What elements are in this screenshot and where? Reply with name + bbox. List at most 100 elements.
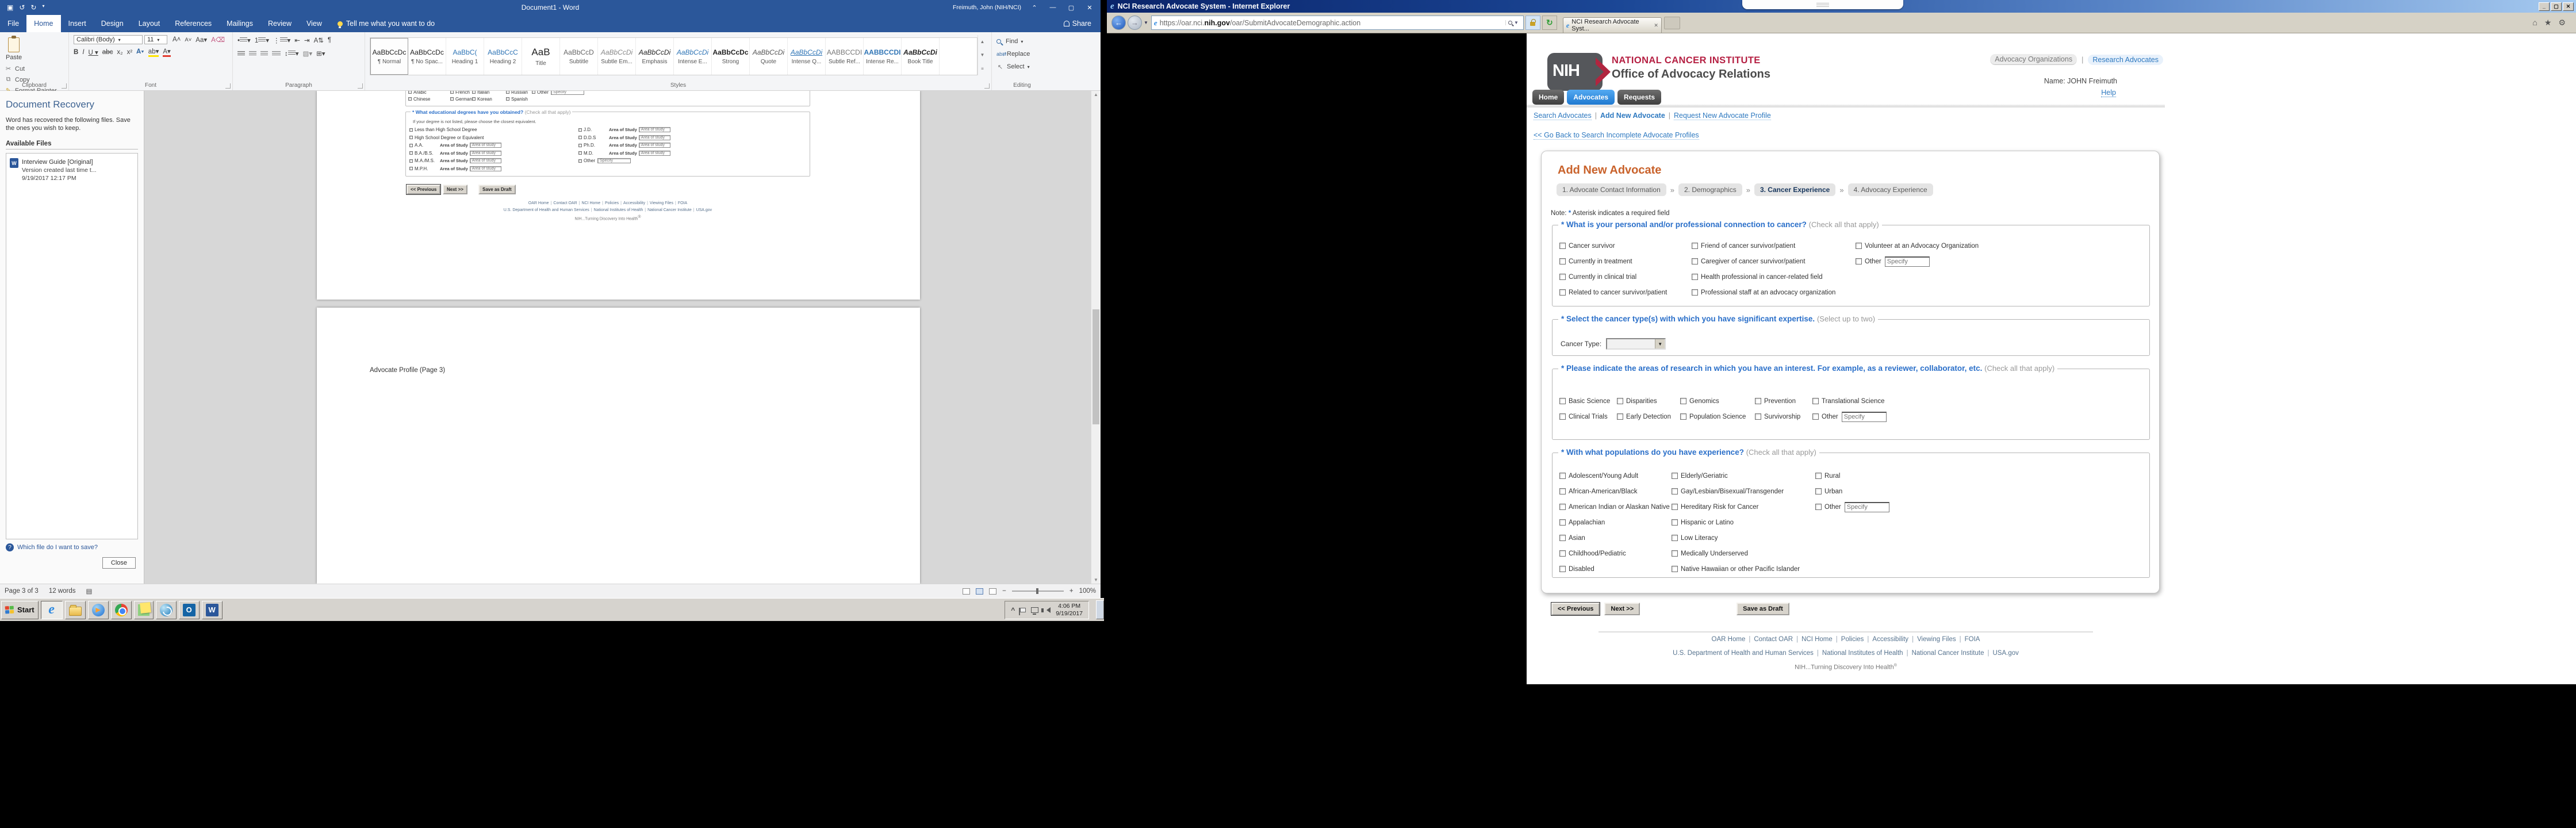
checkbox-option[interactable]: Korean xyxy=(472,95,506,102)
checkbox-option[interactable]: African-American/Black xyxy=(1559,484,1672,499)
checkbox[interactable] xyxy=(408,91,412,94)
checkbox-option[interactable]: Medically Underserved xyxy=(1672,546,1815,561)
link[interactable]: Contact OAR xyxy=(553,201,577,205)
research-advocates-link[interactable]: Research Advocates xyxy=(2088,55,2163,65)
close-tab-icon[interactable]: ✕ xyxy=(1654,22,1658,29)
specify-input[interactable] xyxy=(551,91,584,95)
link[interactable]: OAR Home xyxy=(1712,636,1746,643)
taskbar-chrome-button[interactable] xyxy=(111,601,132,619)
area-of-study-input[interactable] xyxy=(639,151,670,156)
checkbox[interactable] xyxy=(578,151,582,155)
area-of-study-input[interactable] xyxy=(639,127,670,132)
checkbox[interactable] xyxy=(1559,519,1566,526)
checkbox-option[interactable]: Disparities xyxy=(1617,393,1680,409)
checkbox[interactable] xyxy=(409,159,413,163)
paste-button[interactable]: Paste xyxy=(6,37,22,61)
checkbox-option[interactable]: Adolescent/Young Adult xyxy=(1559,468,1672,484)
font-name-combo[interactable]: Calibri (Body)▾ xyxy=(74,35,143,44)
link[interactable]: National Institutes of Health xyxy=(1822,650,1903,657)
area-of-study-input[interactable] xyxy=(470,143,501,148)
taskbar-word-button[interactable]: W xyxy=(202,601,223,619)
address-bar[interactable]: e https://oar.nci.nih.gov/oar/SubmitAdvo… xyxy=(1151,16,1524,30)
start-button[interactable]: Start xyxy=(1,601,39,619)
link[interactable]: Contact OAR xyxy=(1754,636,1793,643)
link[interactable]: Search Advocates xyxy=(1534,112,1592,120)
maximize-button[interactable]: ▢ xyxy=(1066,4,1076,12)
checkbox[interactable] xyxy=(1559,274,1566,280)
checkbox-option[interactable]: Translational Science xyxy=(1812,393,1887,409)
checkbox-option[interactable]: Native Hawaiian or other Pacific Islande… xyxy=(1672,561,1815,577)
read-mode-icon[interactable] xyxy=(963,588,970,595)
new-tab-button[interactable] xyxy=(1664,17,1680,29)
save-icon[interactable]: ▣ xyxy=(7,3,13,12)
checkbox[interactable] xyxy=(1815,488,1822,494)
link[interactable]: FOIA xyxy=(678,201,687,205)
checkbox-option[interactable]: Spanish xyxy=(506,95,532,102)
checkbox[interactable] xyxy=(409,136,413,139)
checkbox[interactable] xyxy=(1559,258,1566,264)
style-card[interactable]: AaBbCcDcStrong xyxy=(712,38,750,75)
vertical-scrollbar[interactable]: ▲ ▼ xyxy=(1091,91,1101,584)
checkbox[interactable] xyxy=(1680,398,1686,404)
justify-icon[interactable] xyxy=(272,51,281,56)
checkbox[interactable] xyxy=(1815,473,1822,479)
style-card[interactable]: AaBbCcDiBook Title xyxy=(902,38,940,75)
checkbox[interactable] xyxy=(1617,398,1623,404)
refresh-icon[interactable]: ↻ xyxy=(1542,16,1557,30)
tell-me-box[interactable]: Tell me what you want to do xyxy=(329,15,443,32)
checkbox[interactable] xyxy=(1692,274,1698,280)
checkbox-option[interactable]: Disabled xyxy=(1559,561,1672,577)
checkbox[interactable] xyxy=(578,136,582,139)
word-count[interactable]: 12 words xyxy=(49,588,76,595)
checkbox-option[interactable]: Hispanic or Latino xyxy=(1672,515,1815,530)
network-icon[interactable] xyxy=(1031,607,1038,613)
checkbox[interactable] xyxy=(1559,289,1566,296)
checkbox-option[interactable]: Currently in clinical trial xyxy=(1559,269,1692,285)
style-card[interactable]: AaBbCcDiSubtle Em... xyxy=(598,38,636,75)
cut-button[interactable]: ✂Cut xyxy=(5,63,57,74)
step-contact-information[interactable]: 1. Advocate Contact Information xyxy=(1557,183,1666,196)
specify-input[interactable] xyxy=(597,158,631,163)
checkbox-option[interactable]: A.A.Area of Study xyxy=(409,141,582,150)
checkbox-option[interactable]: Professional staff at an advocacy organi… xyxy=(1692,285,1856,300)
link[interactable]: USA.gov xyxy=(1993,650,2019,657)
checkbox[interactable] xyxy=(1672,488,1678,494)
link[interactable]: Viewing Files xyxy=(650,201,673,205)
taskbar-internet-explorer-button[interactable]: e xyxy=(41,601,63,619)
tools-gear-icon[interactable]: ⚙ xyxy=(2558,18,2566,28)
checkbox[interactable] xyxy=(1672,535,1678,541)
checkbox[interactable] xyxy=(1812,413,1819,420)
grow-font-icon[interactable]: A˄ xyxy=(172,36,181,43)
page-indicator[interactable]: Page 3 of 3 xyxy=(5,588,39,595)
previous-button[interactable]: << Previous xyxy=(1551,603,1600,615)
line-spacing-icon[interactable]: ↕▾ xyxy=(285,49,299,57)
checkbox[interactable] xyxy=(408,97,412,101)
embed-previous-button[interactable]: << Previous xyxy=(407,185,440,194)
checkbox-option[interactable]: B.A./B.S.Area of Study xyxy=(409,150,582,158)
back-button[interactable]: ← xyxy=(1111,16,1126,30)
checkbox[interactable] xyxy=(1617,413,1623,420)
checkbox-option[interactable]: Basic Science xyxy=(1559,393,1617,409)
scrollbar-thumb[interactable] xyxy=(1092,309,1099,424)
checkbox-option[interactable]: Ph.D.Area of Study xyxy=(578,141,670,150)
checkbox-option[interactable]: Chinese xyxy=(408,95,450,102)
font-size-combo[interactable]: 11▾ xyxy=(144,35,167,44)
ribbon-tab-insert[interactable]: Insert xyxy=(61,15,94,32)
dropdown-arrow-icon[interactable]: ▼ xyxy=(1655,339,1665,348)
checkbox-option[interactable]: Survivorship xyxy=(1755,409,1812,424)
area-of-study-input[interactable] xyxy=(639,135,670,140)
show-desktop-button[interactable] xyxy=(1096,600,1104,619)
redo-icon[interactable]: ↻ xyxy=(30,3,36,12)
next-button[interactable]: Next >> xyxy=(1604,603,1640,615)
checkbox-option[interactable]: High School Degree or Equivalent xyxy=(409,134,582,142)
checkbox-option[interactable]: French xyxy=(450,91,472,95)
checkbox-option[interactable]: Caregiver of cancer survivor/patient xyxy=(1692,254,1856,269)
close-button[interactable]: ✕ xyxy=(1084,4,1095,12)
proofing-icon[interactable]: ▤ xyxy=(86,587,93,595)
checkbox[interactable] xyxy=(1856,243,1862,249)
ribbon-tab-file[interactable]: File xyxy=(0,15,26,32)
checkbox[interactable] xyxy=(1559,488,1566,494)
ribbon-tab-home[interactable]: Home xyxy=(26,15,60,32)
checkbox-option[interactable]: D.D.SArea of Study xyxy=(578,134,670,142)
link[interactable]: Policies xyxy=(605,201,619,205)
